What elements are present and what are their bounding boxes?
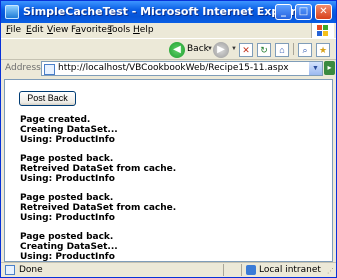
ie-icon bbox=[5, 5, 19, 19]
refresh-icon[interactable]: ↻ bbox=[257, 43, 271, 57]
browser-window: SimpleCacheTest - Microsoft Internet Exp… bbox=[0, 0, 337, 278]
page-icon bbox=[44, 64, 55, 75]
stop-icon[interactable]: ✕ bbox=[239, 43, 253, 57]
menu-bar: File Edit View Favorites Tools Help bbox=[1, 23, 336, 38]
back-label[interactable]: Back bbox=[187, 44, 209, 54]
log-block: Page posted back. Retreived DataSet from… bbox=[20, 193, 176, 223]
menu-favorites[interactable]: Favorites bbox=[71, 25, 112, 35]
log-line: Using: ProductInfo bbox=[20, 252, 115, 262]
address-bar: Address http://localhost/VBCookbookWeb/R… bbox=[1, 60, 336, 78]
minimize-button[interactable]: _ bbox=[275, 4, 292, 20]
log-line: Page posted back. bbox=[20, 232, 114, 242]
address-url[interactable]: http://localhost/VBCookbookWeb/Recipe15-… bbox=[58, 63, 289, 73]
log-line: Creating DataSet... bbox=[20, 125, 118, 135]
go-icon[interactable]: ▸ bbox=[324, 61, 335, 75]
address-dropdown-icon[interactable]: ▼ bbox=[309, 62, 322, 75]
post-back-button[interactable]: Post Back bbox=[19, 91, 76, 106]
address-input[interactable]: http://localhost/VBCookbookWeb/Recipe15-… bbox=[41, 61, 323, 76]
log-line: Page posted back. bbox=[20, 193, 114, 203]
menu-view[interactable]: View bbox=[47, 25, 68, 35]
log-block: Page posted back. Retreived DataSet from… bbox=[20, 154, 176, 184]
address-label: Address bbox=[5, 63, 41, 73]
log-line: Page posted back. bbox=[20, 154, 114, 164]
toolbar-separator bbox=[293, 43, 294, 55]
log-line: Using: ProductInfo bbox=[20, 174, 115, 184]
status-text: Done bbox=[19, 265, 43, 275]
log-line: Using: ProductInfo bbox=[20, 135, 115, 145]
log-block: Page posted back. Creating DataSet... Us… bbox=[20, 232, 176, 262]
page-done-icon bbox=[5, 265, 15, 275]
status-separator bbox=[223, 264, 224, 276]
forward-arrow-icon[interactable]: ▶ bbox=[213, 42, 229, 58]
log-line: Using: ProductInfo bbox=[20, 213, 115, 223]
log-block: Page created. Creating DataSet... Using:… bbox=[20, 115, 176, 145]
menu-tools[interactable]: Tools bbox=[108, 25, 130, 35]
title-bar[interactable]: SimpleCacheTest - Microsoft Internet Exp… bbox=[1, 1, 336, 23]
log-line: Page created. bbox=[20, 115, 91, 125]
window-title: SimpleCacheTest - Microsoft Internet Exp… bbox=[23, 5, 309, 18]
event-log: Page created. Creating DataSet... Using:… bbox=[20, 115, 176, 262]
search-icon[interactable]: ⌕ bbox=[298, 43, 312, 57]
resize-grip-icon[interactable]: ⋰ bbox=[327, 267, 334, 275]
windows-logo-icon bbox=[311, 23, 334, 38]
menu-file[interactable]: File bbox=[6, 25, 21, 35]
back-arrow-icon[interactable]: ◀ bbox=[169, 42, 185, 58]
forward-dropdown-icon[interactable]: ▼ bbox=[231, 46, 237, 52]
home-icon[interactable]: ⌂ bbox=[275, 43, 289, 57]
maximize-button[interactable]: □ bbox=[295, 4, 312, 20]
log-line: Retreived DataSet from cache. bbox=[20, 203, 177, 213]
favorites-icon[interactable]: ★ bbox=[316, 43, 330, 57]
status-bar: Done Local intranet ⋰ bbox=[1, 262, 336, 277]
log-line: Retreived DataSet from cache. bbox=[20, 164, 177, 174]
status-separator bbox=[241, 264, 242, 276]
page-content: Post Back Page created. Creating DataSet… bbox=[4, 79, 333, 262]
menu-help[interactable]: Help bbox=[133, 25, 154, 35]
log-line: Creating DataSet... bbox=[20, 242, 118, 252]
menu-edit[interactable]: Edit bbox=[26, 25, 43, 35]
close-button[interactable]: ✕ bbox=[315, 4, 332, 20]
intranet-icon bbox=[246, 265, 256, 275]
zone-label: Local intranet bbox=[259, 265, 321, 275]
toolbar: ◀ Back ▼ ▶ ▼ ✕ ↻ ⌂ ⌕ ★ bbox=[1, 38, 336, 60]
